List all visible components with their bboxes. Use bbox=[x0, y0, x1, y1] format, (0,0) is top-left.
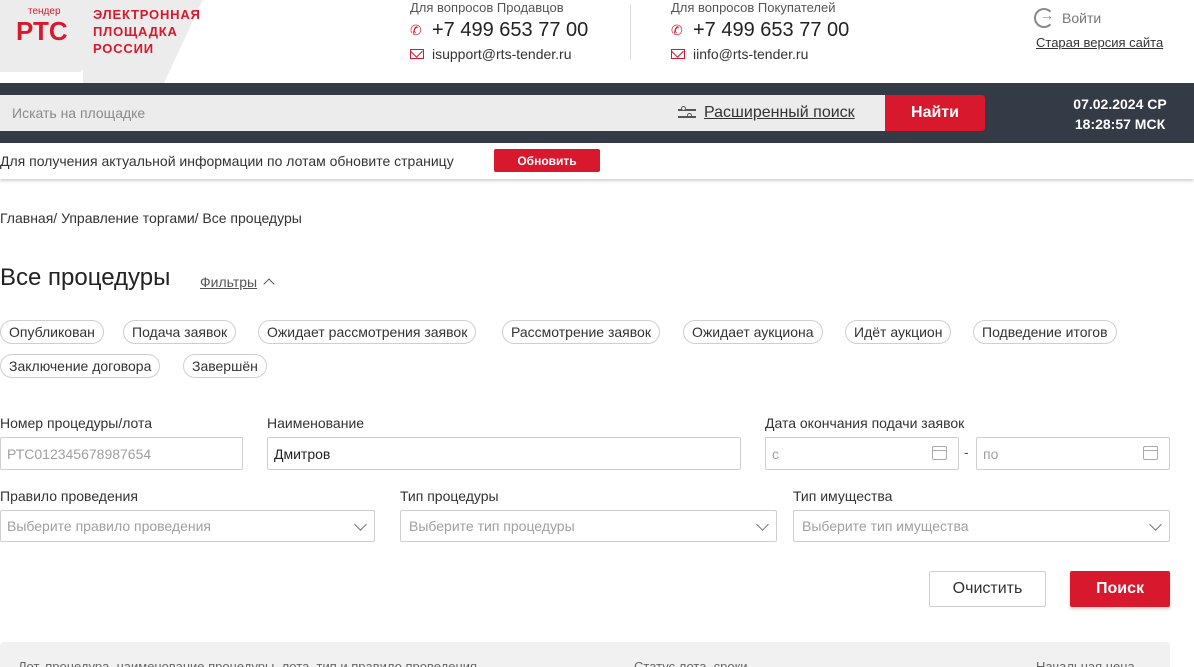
sellers-phone[interactable]: ✆ +7 499 653 77 00 bbox=[410, 19, 588, 42]
login-label: Войти bbox=[1062, 10, 1102, 26]
page-title: Все процедуры bbox=[0, 264, 171, 291]
deadline-to-input[interactable] bbox=[976, 437, 1170, 470]
buyers-email-address: iinfo@rts-tender.ru bbox=[693, 46, 809, 62]
status-chip-published[interactable]: Опубликован bbox=[0, 320, 104, 344]
deadline-from-input[interactable] bbox=[765, 437, 959, 470]
buyers-caption: Для вопросов Покупателей bbox=[671, 0, 836, 15]
refresh-notice: Для получения актуальной информации по л… bbox=[0, 143, 1194, 179]
property-select[interactable]: Выберите тип имущества bbox=[793, 510, 1170, 542]
status-chip-contract[interactable]: Заключение договора bbox=[0, 354, 161, 378]
column-header-status[interactable]: Статус лота, сроки bbox=[634, 659, 748, 667]
status-chip-completed[interactable]: Завершён bbox=[183, 354, 267, 378]
notice-text: Для получения актуальной информации по л… bbox=[0, 153, 454, 169]
rule-select[interactable]: Выберите правило проведения bbox=[0, 510, 375, 542]
login-icon bbox=[1034, 7, 1054, 28]
sliders-icon bbox=[678, 106, 696, 120]
buyers-email[interactable]: iinfo@rts-tender.ru bbox=[671, 46, 849, 62]
calendar-icon[interactable] bbox=[932, 446, 947, 460]
site-header: тендер РТС ЭЛЕКТРОННАЯ ПЛОЩАДКА РОССИИ Д… bbox=[0, 0, 1194, 83]
chevron-up-icon bbox=[263, 278, 275, 290]
property-label: Тип имущества bbox=[793, 488, 893, 504]
chevron-down-icon bbox=[1149, 518, 1162, 531]
property-select-placeholder: Выберите тип имущества bbox=[802, 518, 969, 534]
column-header-price[interactable]: Начальная цена bbox=[1036, 659, 1135, 667]
chevron-down-icon bbox=[756, 518, 769, 531]
sellers-email-address: isupport@rts-tender.ru bbox=[432, 46, 572, 62]
results-table-header: Лот, процедура, наименование процедуры, … bbox=[0, 642, 1170, 667]
phone-icon: ✆ bbox=[410, 22, 422, 38]
buyers-phone-number: +7 499 653 77 00 bbox=[693, 19, 850, 41]
server-datetime: 07.02.2024 СР 18:28:57 МСК bbox=[1060, 94, 1180, 134]
type-label: Тип процедуры bbox=[400, 488, 499, 504]
status-chip-awaiting-auction[interactable]: Ожидает аукциона bbox=[683, 320, 823, 344]
calendar-icon[interactable] bbox=[1143, 446, 1158, 460]
filters-toggle[interactable]: Фильтры bbox=[200, 274, 275, 290]
logo-caption-line: ПЛОЩАДКА bbox=[93, 24, 178, 39]
name-label: Наименование bbox=[267, 415, 365, 431]
type-select[interactable]: Выберите тип процедуры bbox=[400, 510, 777, 542]
clear-button[interactable]: Очистить bbox=[929, 571, 1046, 607]
advanced-search-link[interactable]: Расширенный поиск bbox=[678, 104, 855, 122]
old-version-link[interactable]: Старая версия сайта bbox=[1036, 35, 1163, 50]
phone-icon: ✆ bbox=[671, 22, 683, 38]
rule-label: Правило проведения bbox=[0, 488, 138, 504]
header-divider bbox=[630, 4, 631, 60]
sellers-email[interactable]: isupport@rts-tender.ru bbox=[410, 46, 588, 62]
procedure-number-input[interactable] bbox=[0, 437, 243, 470]
buyers-phone[interactable]: ✆ +7 499 653 77 00 bbox=[671, 19, 849, 42]
status-chip-summarizing[interactable]: Подведение итогов bbox=[973, 320, 1117, 344]
advanced-search-label: Расширенный поиск bbox=[704, 104, 855, 121]
status-chip-submission[interactable]: Подача заявок bbox=[123, 320, 237, 344]
type-select-placeholder: Выберите тип процедуры bbox=[409, 518, 575, 534]
date-range-separator: - bbox=[964, 444, 969, 460]
sellers-phone-number: +7 499 653 77 00 bbox=[432, 19, 589, 41]
server-time: 18:28:57 МСК bbox=[1074, 116, 1166, 132]
number-label: Номер процедуры/лота bbox=[0, 415, 153, 431]
chevron-down-icon bbox=[354, 518, 367, 531]
logo-caption-line: ЭЛЕКТРОННАЯ bbox=[93, 7, 201, 22]
logo[interactable]: тендер РТС bbox=[0, 0, 83, 72]
search-bar: Расширенный поиск Найти 07.02.2024 СР 18… bbox=[0, 83, 1194, 143]
deadline-label: Дата окончания подачи заявок bbox=[765, 415, 965, 431]
rule-select-placeholder: Выберите правило проведения bbox=[7, 518, 211, 534]
filters-label: Фильтры bbox=[200, 274, 258, 290]
sellers-contact: Для вопросов Продавцов ✆ +7 499 653 77 0… bbox=[410, 0, 588, 62]
logo-caption: ЭЛЕКТРОННАЯ ПЛОЩАДКА РОССИИ bbox=[93, 6, 201, 57]
refresh-button[interactable]: Обновить bbox=[494, 149, 600, 172]
breadcrumb[interactable]: Главная/ Управление торгами/ Все процеду… bbox=[0, 210, 302, 226]
logo-caption-line: РОССИИ bbox=[93, 41, 154, 56]
name-input[interactable] bbox=[267, 437, 741, 470]
search-button[interactable]: Поиск bbox=[1070, 571, 1170, 607]
mail-icon bbox=[671, 49, 685, 59]
column-header-lot[interactable]: Лот, процедура, наименование процедуры, … bbox=[18, 659, 477, 667]
server-date: 07.02.2024 СР bbox=[1073, 96, 1167, 112]
mail-icon bbox=[410, 49, 424, 59]
sellers-caption: Для вопросов Продавцов bbox=[410, 0, 564, 15]
status-chip-awaiting-review[interactable]: Ожидает рассмотрения заявок bbox=[258, 320, 477, 344]
buyers-contact: Для вопросов Покупателей ✆ +7 499 653 77… bbox=[671, 0, 849, 62]
login-button[interactable]: Войти bbox=[1034, 7, 1102, 28]
status-chip-review[interactable]: Рассмотрение заявок bbox=[502, 320, 660, 344]
find-button[interactable]: Найти bbox=[885, 95, 985, 131]
logo-main-text: РТС bbox=[16, 16, 68, 46]
status-chip-auction-running[interactable]: Идёт аукцион bbox=[845, 320, 952, 344]
